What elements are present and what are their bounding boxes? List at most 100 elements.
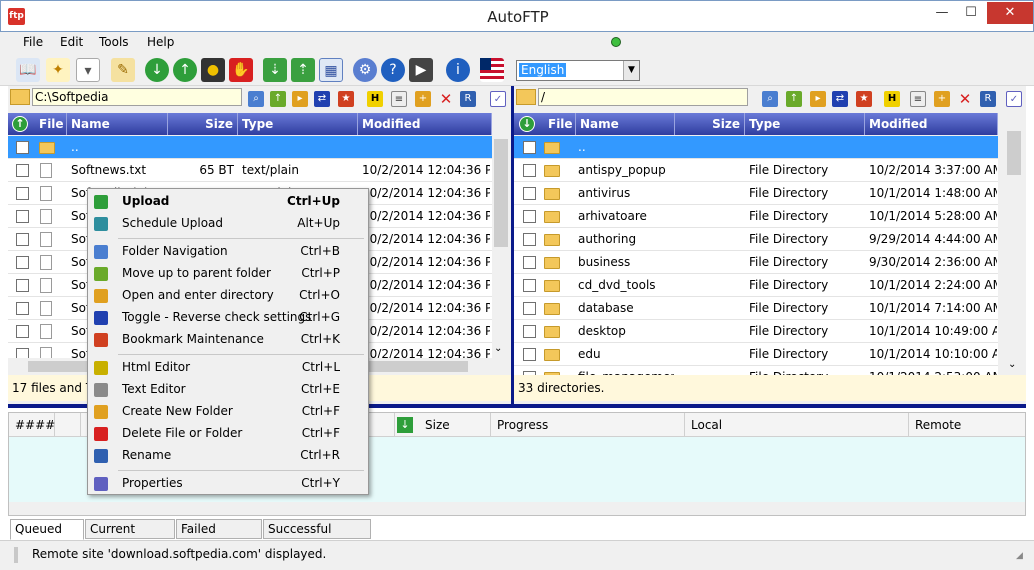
text-editor-icon[interactable]: ≡ bbox=[910, 91, 926, 107]
download-icon[interactable]: ↓ bbox=[397, 417, 413, 433]
remote-vertical-scrollbar[interactable]: ⌄ bbox=[1004, 113, 1024, 375]
tab-failed-transfers[interactable]: Failed Transfers bbox=[176, 519, 262, 554]
maximize-button[interactable]: ☐ bbox=[958, 2, 984, 24]
chevron-down-icon[interactable]: ▼ bbox=[623, 61, 639, 80]
row-checkbox[interactable] bbox=[523, 187, 536, 200]
new-document-icon[interactable]: ▾ bbox=[76, 58, 100, 82]
us-flag-icon[interactable] bbox=[480, 58, 504, 82]
column-modified[interactable]: Modified bbox=[865, 113, 998, 135]
help-icon[interactable]: ? bbox=[381, 58, 405, 82]
row-checkbox[interactable] bbox=[16, 187, 29, 200]
open-directory-icon[interactable]: ▸ bbox=[292, 91, 308, 107]
column-name[interactable]: Name bbox=[67, 113, 168, 135]
video-camera-icon[interactable]: ▶ bbox=[409, 58, 433, 82]
toggle-check-icon[interactable]: ⇄ bbox=[314, 91, 330, 107]
row-checkbox[interactable] bbox=[523, 325, 536, 338]
row-checkbox[interactable] bbox=[523, 141, 536, 154]
row-checkbox[interactable] bbox=[16, 141, 29, 154]
calendar-icon[interactable]: ▦ bbox=[319, 58, 343, 82]
table-row[interactable]: file_management File Directory 10/1/2014 2… bbox=[514, 366, 998, 375]
menu-item-bookmark-maintenance[interactable]: Bookmark Maintenance Ctrl+K bbox=[90, 329, 366, 351]
tab-current-directory[interactable]: Current Directory bbox=[85, 519, 175, 554]
wizard-icon[interactable]: ✦ bbox=[46, 58, 70, 82]
row-checkbox[interactable] bbox=[523, 279, 536, 292]
table-row[interactable]: authoring File Directory 9/29/2014 4:44:00… bbox=[514, 228, 998, 251]
row-checkbox[interactable] bbox=[523, 210, 536, 223]
row-checkbox[interactable] bbox=[523, 233, 536, 246]
column-type[interactable]: Type bbox=[238, 113, 358, 135]
open-folder-icon[interactable] bbox=[516, 89, 536, 105]
row-checkbox[interactable] bbox=[523, 164, 536, 177]
menu-edit[interactable]: Edit bbox=[60, 35, 83, 49]
edit-pencil-icon[interactable]: ✎ bbox=[111, 58, 135, 82]
table-row[interactable]: .. bbox=[8, 136, 492, 159]
remote-path-input[interactable]: / bbox=[538, 88, 748, 106]
menu-item-move-up-to-parent-folder[interactable]: Move up to parent folder Ctrl+P bbox=[90, 263, 366, 285]
menu-item-html-editor[interactable]: Html Editor Ctrl+L bbox=[90, 357, 366, 379]
delete-icon[interactable]: ✕ bbox=[438, 91, 454, 107]
rename-icon[interactable]: R bbox=[980, 91, 996, 107]
column-type[interactable]: Type bbox=[745, 113, 865, 135]
parent-folder-icon[interactable]: ↑ bbox=[270, 91, 286, 107]
queue-column-local[interactable]: Local bbox=[685, 413, 909, 437]
column-name[interactable]: Name bbox=[576, 113, 675, 135]
open-folder-icon[interactable] bbox=[10, 89, 30, 105]
queue-horizontal-scrollbar[interactable] bbox=[9, 502, 1025, 515]
table-row[interactable]: database File Directory 10/1/2014 7:14:00 … bbox=[514, 297, 998, 320]
close-button[interactable]: ✕ bbox=[987, 2, 1033, 24]
bookmark-icon[interactable]: ★ bbox=[338, 91, 354, 107]
table-row[interactable]: antispy_popup File Directory 10/2/2014 3:3… bbox=[514, 159, 998, 182]
download-column-icon[interactable]: ↓ bbox=[519, 116, 535, 132]
table-row[interactable]: business File Directory 9/30/2014 2:36:00 … bbox=[514, 251, 998, 274]
queue-column-progress[interactable]: Progress bbox=[491, 413, 685, 437]
column-file[interactable]: File bbox=[35, 113, 67, 135]
row-checkbox[interactable] bbox=[16, 210, 29, 223]
menu-item-rename[interactable]: Rename Ctrl+R bbox=[90, 445, 366, 467]
folder-navigation-icon[interactable]: ⌕ bbox=[248, 91, 264, 107]
html-editor-icon[interactable]: H bbox=[884, 91, 900, 107]
parent-folder-icon[interactable]: ↑ bbox=[786, 91, 802, 107]
scroll-down-icon[interactable]: ⌄ bbox=[494, 343, 502, 354]
menu-item-open-and-enter-directory[interactable]: Open and enter directory Ctrl+O bbox=[90, 285, 366, 307]
table-row[interactable]: .. bbox=[514, 136, 998, 159]
table-row[interactable]: cd_dvd_tools File Directory 10/1/2014 2:24… bbox=[514, 274, 998, 297]
delete-icon[interactable]: ✕ bbox=[957, 91, 973, 107]
tab-queued-files[interactable]: Queued Files bbox=[10, 519, 84, 554]
text-editor-icon[interactable]: ≡ bbox=[391, 91, 407, 107]
open-directory-icon[interactable]: ▸ bbox=[810, 91, 826, 107]
rename-icon[interactable]: R bbox=[460, 91, 476, 107]
properties-icon[interactable]: ✓ bbox=[490, 91, 506, 107]
table-row[interactable]: arhivatoare File Directory 10/1/2014 5:28:… bbox=[514, 205, 998, 228]
sync-up-icon[interactable]: ⇡ bbox=[291, 58, 315, 82]
table-row[interactable]: Softnews.txt 65 BT text/plain 10/2/2014 12:… bbox=[8, 159, 492, 182]
menu-item-properties[interactable]: Properties Ctrl+Y bbox=[90, 473, 366, 495]
tab-successful-transfers[interactable]: Successful Transfers bbox=[263, 519, 371, 554]
menu-item-upload[interactable]: Upload Ctrl+Up bbox=[90, 191, 366, 213]
info-icon[interactable]: i bbox=[446, 58, 470, 82]
row-checkbox[interactable] bbox=[523, 302, 536, 315]
table-row[interactable]: antivirus File Directory 10/1/2014 1:48:00… bbox=[514, 182, 998, 205]
menu-item-create-new-folder[interactable]: Create New Folder Ctrl+F bbox=[90, 401, 366, 423]
sync-down-icon[interactable]: ⇣ bbox=[263, 58, 287, 82]
column-modified[interactable]: Modified bbox=[358, 113, 492, 135]
queue-column-number[interactable]: #### bbox=[9, 413, 55, 437]
new-folder-icon[interactable]: + bbox=[415, 91, 431, 107]
row-checkbox[interactable] bbox=[523, 256, 536, 269]
download-icon[interactable]: ↓ bbox=[145, 58, 169, 82]
bookmark-icon[interactable]: ★ bbox=[856, 91, 872, 107]
table-row[interactable]: desktop File Directory 10/1/2014 10:49:00 … bbox=[514, 320, 998, 343]
menu-file[interactable]: File bbox=[23, 35, 43, 49]
menu-item-folder-navigation[interactable]: Folder Navigation Ctrl+B bbox=[90, 241, 366, 263]
settings-gear-icon[interactable]: ⚙ bbox=[353, 58, 377, 82]
row-checkbox[interactable] bbox=[16, 325, 29, 338]
row-checkbox[interactable] bbox=[16, 256, 29, 269]
html-editor-icon[interactable]: H bbox=[367, 91, 383, 107]
traffic-light-icon[interactable]: ● bbox=[201, 58, 225, 82]
row-checkbox[interactable] bbox=[16, 279, 29, 292]
open-book-icon[interactable]: 📖 bbox=[16, 58, 40, 82]
upload-icon[interactable]: ↑ bbox=[173, 58, 197, 82]
folder-navigation-icon[interactable]: ⌕ bbox=[762, 91, 778, 107]
row-checkbox[interactable] bbox=[16, 302, 29, 315]
column-size[interactable]: Size bbox=[675, 113, 745, 135]
scroll-down-icon[interactable]: ⌄ bbox=[1008, 359, 1016, 370]
